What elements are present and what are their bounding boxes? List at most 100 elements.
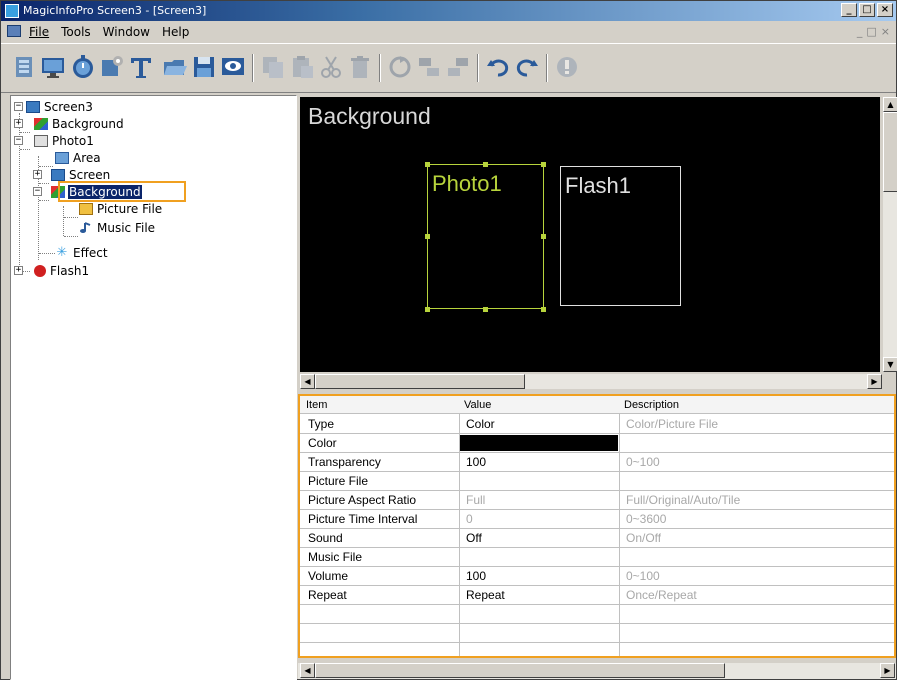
toolbar-separator (252, 54, 254, 82)
header-value[interactable]: Value (464, 399, 491, 411)
properties-horizontal-scrollbar[interactable]: ◀ ▶ (298, 663, 896, 679)
menu-window[interactable]: Window (103, 25, 150, 39)
menu-tools[interactable]: Tools (61, 25, 91, 39)
document-icon[interactable] (7, 25, 21, 37)
toolbar-separator (379, 54, 381, 82)
resize-handle[interactable] (425, 307, 430, 312)
paste-icon[interactable] (289, 54, 315, 80)
resize-handle[interactable] (541, 162, 546, 167)
add-background-icon[interactable] (11, 54, 37, 80)
add-text-icon[interactable] (128, 54, 154, 80)
scroll-left-button[interactable]: ◀ (300, 663, 315, 678)
expand-icon[interactable]: + (14, 119, 23, 128)
color-value-swatch[interactable] (460, 435, 618, 451)
resize-handle[interactable] (541, 307, 546, 312)
tree-item-area[interactable]: Area (55, 149, 102, 166)
tree-item-picture-file[interactable]: Picture File (79, 200, 163, 217)
property-row-empty (300, 605, 894, 624)
add-effect-icon[interactable] (99, 54, 125, 80)
photo1-region[interactable]: Photo1 (427, 164, 544, 309)
app-window: MagicInfoPro Screen3 - [Screen3] _ □ × F… (0, 0, 897, 680)
property-row-color[interactable]: Color (300, 434, 894, 453)
info-icon[interactable] (554, 54, 580, 80)
align-icon[interactable] (416, 54, 442, 80)
header-item[interactable]: Item (306, 399, 327, 411)
flash-icon (34, 264, 46, 277)
tree-item-flash1[interactable]: + Flash1 (14, 262, 90, 279)
property-row-type[interactable]: Type Color Color/Picture File (300, 415, 894, 434)
property-row-repeat[interactable]: Repeat Repeat Once/Repeat (300, 586, 894, 605)
scroll-up-button[interactable]: ▲ (883, 97, 897, 112)
collapse-icon[interactable]: − (14, 102, 23, 111)
cut-icon[interactable] (318, 54, 344, 80)
header-description[interactable]: Description (624, 399, 679, 411)
scroll-right-button[interactable]: ▶ (867, 374, 882, 389)
property-row-empty (300, 624, 894, 643)
scroll-thumb[interactable] (315, 374, 525, 389)
delete-icon[interactable] (347, 54, 373, 80)
open-icon[interactable] (162, 54, 188, 80)
resize-handle[interactable] (425, 234, 430, 239)
save-icon[interactable] (191, 54, 217, 80)
scroll-thumb[interactable] (883, 112, 897, 192)
align-alt-icon[interactable] (445, 54, 471, 80)
tree-item-music-file[interactable]: Music File (79, 219, 156, 236)
mdi-minimize-button[interactable]: _ (857, 25, 863, 38)
property-row-aspect-ratio[interactable]: Picture Aspect Ratio Full Full/Original/… (300, 491, 894, 510)
resize-handle[interactable] (425, 162, 430, 167)
tree-item-effect[interactable]: ✳ Effect (55, 244, 109, 261)
menu-file[interactable]: File (29, 25, 49, 39)
property-row-volume[interactable]: Volume 100 0~100 (300, 567, 894, 586)
toolbar-separator (477, 54, 479, 82)
preview-vertical-scrollbar[interactable]: ▲ ▼ (882, 97, 897, 372)
properties-header: Item Value Description (300, 396, 894, 414)
scroll-thumb[interactable] (315, 663, 725, 678)
screen-icon (26, 100, 40, 113)
flash1-region-label: Flash1 (565, 173, 632, 198)
mdi-close-button[interactable]: × (881, 25, 890, 38)
close-button[interactable]: × (877, 3, 893, 17)
toolbar (1, 43, 896, 93)
title-bar[interactable]: MagicInfoPro Screen3 - [Screen3] _ □ × (1, 1, 896, 21)
maximize-button[interactable]: □ (859, 3, 875, 17)
resize-handle[interactable] (483, 307, 488, 312)
preview-horizontal-scrollbar[interactable]: ◀ ▶ (300, 374, 882, 389)
property-row-transparency[interactable]: Transparency 100 0~100 (300, 453, 894, 472)
reset-icon[interactable] (387, 54, 413, 80)
scroll-down-button[interactable]: ▼ (883, 357, 897, 372)
screen-icon (51, 168, 65, 181)
undo-icon[interactable] (485, 54, 511, 80)
minimize-button[interactable]: _ (841, 3, 857, 17)
flash1-region[interactable]: Flash1 (560, 166, 681, 306)
picture-file-icon (79, 202, 93, 215)
layout-canvas[interactable]: Background Photo1 Flash1 (300, 97, 880, 372)
preview-icon[interactable] (220, 54, 246, 80)
photo-icon (34, 134, 48, 147)
redo-icon[interactable] (514, 54, 540, 80)
property-row-picture-file[interactable]: Picture File (300, 472, 894, 491)
collapse-icon[interactable]: − (14, 136, 23, 145)
area-icon (55, 151, 69, 164)
add-timer-icon[interactable] (70, 54, 96, 80)
expand-icon[interactable]: + (14, 266, 23, 275)
scroll-left-button[interactable]: ◀ (300, 374, 315, 389)
menu-help[interactable]: Help (162, 25, 189, 39)
copy-icon[interactable] (260, 54, 286, 80)
add-screen-icon[interactable] (40, 54, 66, 80)
collapse-icon[interactable]: − (33, 187, 42, 196)
property-row-sound[interactable]: Sound Off On/Off (300, 529, 894, 548)
resize-handle[interactable] (541, 234, 546, 239)
tree-item-screen3[interactable]: − Screen3 (14, 98, 94, 115)
property-row-music-file[interactable]: Music File (300, 548, 894, 567)
tree-item-photo1[interactable]: − Photo1 (14, 132, 95, 149)
tree-item-background[interactable]: + Background (14, 115, 125, 132)
properties-grid: Item Value Description Type Color Color/… (298, 394, 896, 658)
app-icon (5, 4, 19, 18)
resize-handle[interactable] (483, 162, 488, 167)
mdi-restore-button[interactable]: □ (866, 25, 876, 38)
property-row-time-interval[interactable]: Picture Time Interval 0 0~3600 (300, 510, 894, 529)
preview-pane: Background Photo1 Flash1 ▲ ▼ ◀ ▶ (298, 95, 897, 393)
scroll-right-button[interactable]: ▶ (880, 663, 895, 678)
toolbar-separator (546, 54, 548, 82)
expand-icon[interactable]: + (33, 170, 42, 179)
